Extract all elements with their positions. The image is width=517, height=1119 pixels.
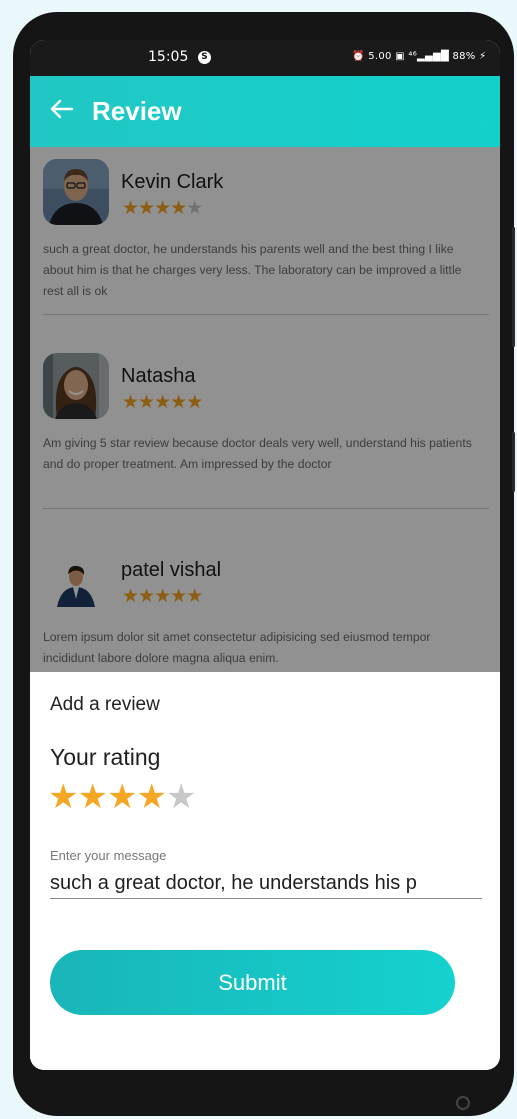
page-title: Review (92, 96, 182, 126)
app-bar: Review (30, 76, 500, 147)
arrow-left-icon[interactable] (48, 95, 76, 123)
rating-input: ★★★★★ (48, 777, 197, 817)
message-label: Enter your message (50, 848, 167, 863)
submit-button[interactable]: Submit (50, 950, 455, 1015)
add-review-sheet: Add a review Your rating ★★★★★ Enter you… (30, 672, 500, 1070)
sheet-title: Add a review (50, 694, 160, 715)
status-bar: 15:05 S ⏰ 5.00 ▣ ⁴⁶▂▄▆█ 88% ⚡ (30, 40, 500, 76)
rating-label: Your rating (50, 744, 161, 770)
phone-side-button (512, 227, 515, 347)
rating-star-5-icon[interactable]: ★ (166, 777, 197, 817)
status-time: 15:05 (148, 49, 189, 65)
notification-badge-icon: S (198, 51, 211, 64)
rating-star-1-icon[interactable]: ★ (48, 777, 79, 817)
camera-dot (456, 1096, 470, 1110)
status-icons: ⏰ 5.00 ▣ ⁴⁶▂▄▆█ 88% ⚡ (352, 51, 487, 62)
rating-star-2-icon[interactable]: ★ (77, 777, 108, 817)
rating-star-4-icon[interactable]: ★ (136, 777, 167, 817)
rating-star-3-icon[interactable]: ★ (107, 777, 138, 817)
message-input[interactable] (50, 868, 482, 899)
phone-screen: 15:05 S ⏰ 5.00 ▣ ⁴⁶▂▄▆█ 88% ⚡ Review Kev… (30, 40, 500, 1070)
phone-side-button (512, 432, 515, 492)
modal-backdrop[interactable] (30, 147, 500, 672)
